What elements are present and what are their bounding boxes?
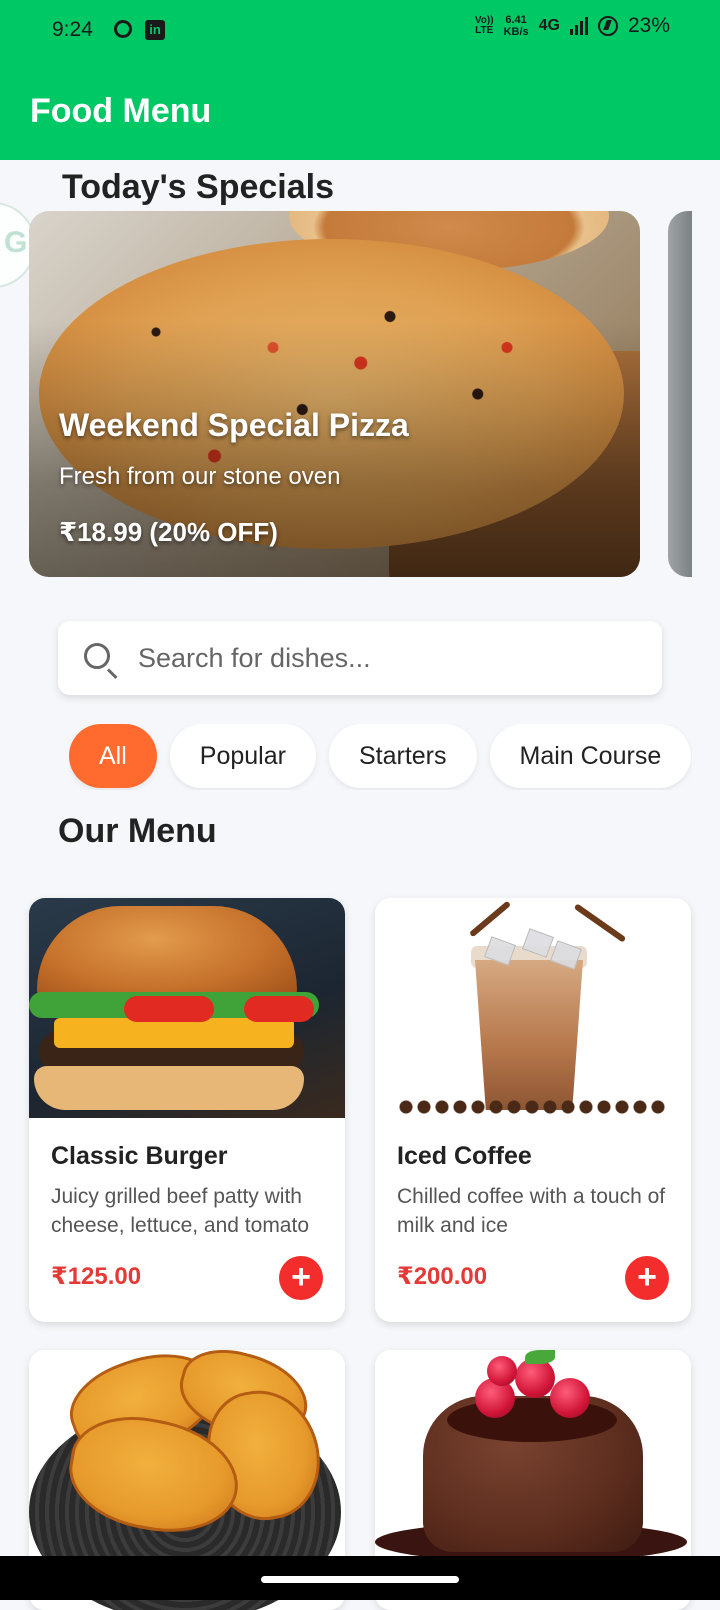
- status-time: 9:24: [52, 18, 93, 41]
- item-price: ₹125.00: [51, 1263, 142, 1290]
- category-chips: All Popular Starters Main Course: [69, 724, 692, 790]
- next-special-card[interactable]: [668, 211, 692, 577]
- speed-value: 6.41: [505, 14, 527, 26]
- menu-item-card[interactable]: Classic Burger Juicy grilled beef patty …: [29, 898, 345, 1322]
- chip-starters[interactable]: Starters: [328, 724, 477, 788]
- network-type: 4G: [538, 17, 560, 34]
- app-bar: 9:24 in Vo)) LTE 6.41 KB/s 4G 23% Food Me…: [0, 0, 720, 160]
- home-gesture-handle[interactable]: [261, 1576, 459, 1583]
- battery-charging-icon: [597, 16, 618, 36]
- battery-percent: 23%: [627, 14, 670, 37]
- special-card[interactable]: Weekend Special Pizza Fresh from our sto…: [29, 211, 640, 577]
- item-name: Classic Burger: [51, 1142, 228, 1170]
- iced-coffee-image: [375, 898, 691, 1118]
- search-input[interactable]: [138, 621, 638, 695]
- item-name: Iced Coffee: [397, 1142, 532, 1170]
- search-icon: [84, 643, 110, 669]
- special-description: Fresh from our stone oven: [59, 463, 341, 490]
- chip-main-course[interactable]: Main Course: [489, 724, 692, 788]
- specials-heading: Today's Specials: [62, 168, 335, 206]
- speed-unit: KB/s: [503, 26, 529, 38]
- notification-icon: [114, 20, 132, 38]
- menu-heading: Our Menu: [58, 812, 217, 850]
- menu-item-card[interactable]: Iced Coffee Chilled coffee with a touch …: [375, 898, 691, 1322]
- search-bar[interactable]: [58, 621, 662, 695]
- linkedin-icon: in: [145, 20, 165, 40]
- item-description: Chilled coffee with a touch of milk and …: [397, 1185, 666, 1237]
- status-bar: 9:24 in Vo)) LTE 6.41 KB/s 4G 23%: [0, 14, 720, 48]
- network-speed: 6.41 KB/s: [504, 14, 529, 38]
- add-to-cart-button[interactable]: +: [279, 1256, 323, 1300]
- burger-image: [29, 898, 345, 1118]
- item-description: Juicy grilled beef patty with cheese, le…: [51, 1185, 309, 1237]
- system-nav-bar: [0, 1556, 720, 1600]
- add-to-cart-button[interactable]: +: [625, 1256, 669, 1300]
- volte-icon: Vo)) LTE: [474, 15, 494, 36]
- item-price: ₹200.00: [397, 1263, 488, 1290]
- status-right: Vo)) LTE 6.41 KB/s 4G 23%: [475, 14, 670, 38]
- chip-popular[interactable]: Popular: [169, 724, 316, 788]
- app-title: Food Menu: [30, 92, 212, 130]
- special-price: ₹18.99 (20% OFF): [59, 517, 278, 547]
- signal-icon: [569, 17, 588, 35]
- special-name: Weekend Special Pizza: [59, 407, 409, 443]
- chip-all[interactable]: All: [69, 724, 157, 788]
